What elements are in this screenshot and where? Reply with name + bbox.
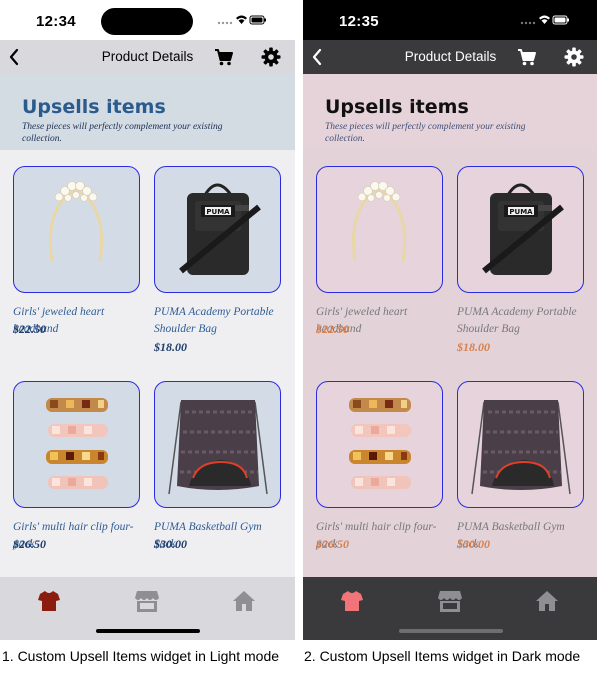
- gear-icon[interactable]: [261, 47, 281, 67]
- status-time: 12:34: [36, 13, 76, 30]
- product-name[interactable]: PUMA Academy Portable Shoulder Bag: [154, 304, 284, 338]
- page-title: Product Details: [404, 49, 497, 64]
- home-indicator: [399, 629, 503, 633]
- cart-icon[interactable]: [214, 48, 234, 66]
- caption-dark-mode: 2. Custom Upsell Items widget in Dark mo…: [304, 648, 581, 664]
- shoulder-bag-image: PUMA: [482, 183, 564, 275]
- product-price: $18.00: [154, 340, 187, 354]
- dark-mode-screen: 12:35 Product Details Upsells items Thes…: [303, 0, 597, 640]
- product-price: $22.50: [316, 322, 349, 336]
- home-icon[interactable]: [232, 589, 256, 613]
- status-bar: 12:35: [303, 0, 597, 40]
- product-card-shoulder-bag[interactable]: PUMA: [457, 166, 584, 293]
- upsells-title: Upsells items: [325, 96, 469, 118]
- upsells-title: Upsells items: [22, 96, 166, 118]
- headband-image: [351, 181, 407, 263]
- home-indicator: [96, 629, 200, 633]
- page-title: Product Details: [101, 49, 194, 64]
- status-icons: [217, 15, 266, 25]
- status-icons: [520, 15, 569, 25]
- tab-bar: [0, 577, 295, 640]
- product-card-gym-sack[interactable]: [457, 381, 584, 508]
- store-icon[interactable]: [134, 589, 160, 613]
- gear-icon[interactable]: [564, 47, 584, 67]
- status-time: 12:35: [339, 13, 379, 30]
- product-price: $30.00: [154, 537, 187, 551]
- status-bar: 12:34: [0, 0, 295, 40]
- store-icon[interactable]: [437, 589, 463, 613]
- bag-logo-text: PUMA: [206, 208, 230, 216]
- product-card-headband[interactable]: [316, 166, 443, 293]
- product-price: $26.50: [13, 537, 46, 551]
- product-price: $26.50: [316, 537, 349, 551]
- product-card-shoulder-bag[interactable]: PUMA: [154, 166, 281, 293]
- hair-clips-image: [349, 398, 411, 489]
- shirt-icon[interactable]: [37, 589, 61, 613]
- product-name[interactable]: PUMA Academy Portable Shoulder Bag: [457, 304, 587, 338]
- upsells-header: Upsells items These pieces will perfectl…: [0, 74, 295, 150]
- tab-bar: [303, 577, 597, 640]
- product-price: $30.00: [457, 537, 490, 551]
- navigation-bar: Product Details: [0, 40, 295, 74]
- light-mode-screen: 12:34 Product Details Upsells items Thes…: [0, 0, 295, 640]
- product-price: $18.00: [457, 340, 490, 354]
- cart-icon[interactable]: [517, 48, 537, 66]
- upsells-header: Upsells items These pieces will perfectl…: [303, 74, 597, 150]
- gym-sack-image: [168, 400, 268, 495]
- product-card-hair-clips[interactable]: [13, 381, 140, 508]
- product-card-gym-sack[interactable]: [154, 381, 281, 508]
- headband-image: [48, 181, 104, 263]
- product-card-headband[interactable]: [13, 166, 140, 293]
- bag-logo-text: PUMA: [509, 208, 533, 216]
- gym-sack-image: [471, 400, 571, 495]
- navigation-bar: Product Details: [303, 40, 597, 74]
- upsells-subtitle: These pieces will perfectly complement y…: [325, 122, 526, 144]
- shoulder-bag-image: PUMA: [179, 183, 261, 275]
- dynamic-island: [101, 8, 193, 35]
- caption-light-mode: 1. Custom Upsell Items widget in Light m…: [2, 648, 280, 664]
- product-card-hair-clips[interactable]: [316, 381, 443, 508]
- shirt-icon[interactable]: [340, 589, 364, 613]
- upsells-subtitle: These pieces will perfectly complement y…: [22, 122, 223, 144]
- hair-clips-image: [46, 398, 108, 489]
- home-icon[interactable]: [535, 589, 559, 613]
- product-price: $22.50: [13, 322, 46, 336]
